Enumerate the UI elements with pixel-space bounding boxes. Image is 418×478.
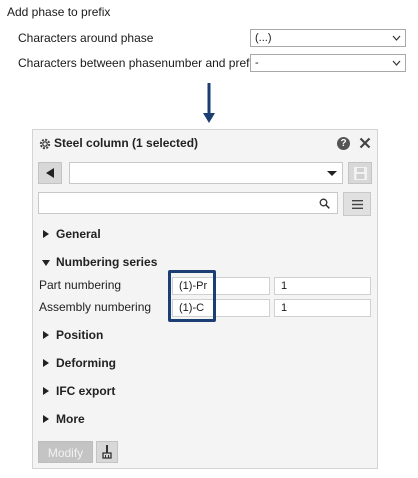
characters-around-phase-label: Characters around phase [18,31,154,45]
characters-between-select[interactable]: - [250,54,406,72]
down-arrow-icon [203,83,215,123]
search-input[interactable] [38,192,338,214]
save-button[interactable] [348,162,372,184]
screenshot-root: Add phase to prefix Characters around ph… [0,0,418,478]
prefix-highlight-box [168,270,216,322]
setting-row-characters-around-phase: Characters around phase (...) [18,29,410,49]
assembly-numbering-label: Assembly numbering [39,300,152,314]
gear-icon[interactable] [39,138,51,150]
section-more-label: More [56,412,85,426]
save-icon [354,167,367,180]
collapse-arrow-icon [42,260,50,266]
part-start-number-field[interactable]: 1 [274,277,371,295]
expand-arrow-icon [43,230,49,238]
search-icon [319,198,330,209]
expand-arrow-icon [43,331,49,339]
back-button[interactable] [38,162,62,184]
expand-arrow-icon [43,415,49,423]
characters-between-value: - [255,57,259,69]
characters-around-phase-value: (...) [255,32,272,44]
part-numbering-label: Part numbering [39,278,122,292]
expand-arrow-icon [43,359,49,367]
section-general-label: General [56,227,101,241]
section-ifc-export-label: IFC export [56,384,116,398]
close-icon[interactable] [359,137,371,149]
help-icon[interactable]: ? [337,137,350,150]
section-numbering-label: Numbering series [56,255,158,269]
saved-properties-select[interactable] [69,162,343,184]
characters-around-phase-select[interactable]: (...) [250,29,406,47]
settings-title: Add phase to prefix [7,5,111,19]
chevron-down-icon [392,35,401,41]
list-view-button[interactable] [343,192,371,216]
setting-row-characters-between: Characters between phasenumber and prefi… [18,54,410,74]
section-deforming-label: Deforming [56,356,116,370]
list-icon [352,200,363,209]
assembly-start-number-value: 1 [281,302,288,314]
chevron-down-icon [392,60,401,66]
part-start-number-value: 1 [281,280,288,292]
expand-arrow-icon [43,387,49,395]
section-position-label: Position [56,328,104,342]
back-arrow-icon [46,168,54,178]
pick-button[interactable] [96,441,118,463]
panel-header: Steel column (1 selected) ? [33,130,377,158]
pick-icon [102,445,112,459]
assembly-start-number-field[interactable]: 1 [274,299,371,317]
characters-between-label: Characters between phasenumber and prefi… [18,56,259,70]
modify-button[interactable]: Modify [38,441,93,463]
dropdown-arrow-icon [327,171,337,176]
panel-title: Steel column (1 selected) [54,136,199,150]
properties-panel: Steel column (1 selected) ? General Numb… [32,129,378,469]
